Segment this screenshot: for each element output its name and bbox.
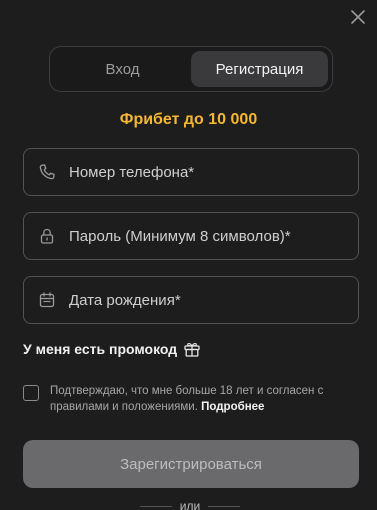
agreement-text: Подтверждаю, что мне больше 18 лет и сог… bbox=[50, 383, 360, 415]
close-button[interactable] bbox=[347, 8, 369, 30]
register-button[interactable]: Зарегистрироваться bbox=[23, 440, 359, 488]
promo-code-label: У меня есть промокод bbox=[23, 341, 178, 357]
tab-registration[interactable]: Регистрация bbox=[191, 51, 328, 87]
agreement-body: Подтверждаю, что мне больше 18 лет и сог… bbox=[50, 385, 324, 413]
gift-icon bbox=[183, 340, 201, 358]
or-divider: или bbox=[140, 499, 240, 510]
lock-icon bbox=[38, 227, 56, 245]
birthdate-input[interactable] bbox=[69, 291, 329, 309]
auth-tabs: Вход Регистрация bbox=[49, 46, 333, 92]
age-agreement: Подтверждаю, что мне больше 18 лет и сог… bbox=[23, 383, 360, 415]
agreement-more-link[interactable]: Подробнее bbox=[201, 401, 264, 413]
birthdate-field[interactable] bbox=[23, 276, 359, 324]
password-field[interactable] bbox=[23, 212, 359, 260]
password-input[interactable] bbox=[69, 227, 329, 245]
promo-code-toggle[interactable]: У меня есть промокод bbox=[23, 340, 201, 358]
phone-input[interactable] bbox=[69, 163, 329, 181]
close-icon bbox=[350, 9, 366, 30]
divider-label: или bbox=[171, 499, 209, 510]
registration-modal: Вход Регистрация Фрибет до 10 000 Номер … bbox=[0, 0, 377, 510]
phone-field[interactable] bbox=[23, 148, 359, 196]
agreement-checkbox[interactable] bbox=[23, 385, 39, 401]
calendar-icon bbox=[38, 291, 56, 309]
freebet-bonus-text: Фрибет до 10 000 bbox=[119, 111, 258, 128]
phone-icon bbox=[38, 163, 56, 181]
tab-login[interactable]: Вход bbox=[54, 51, 191, 87]
